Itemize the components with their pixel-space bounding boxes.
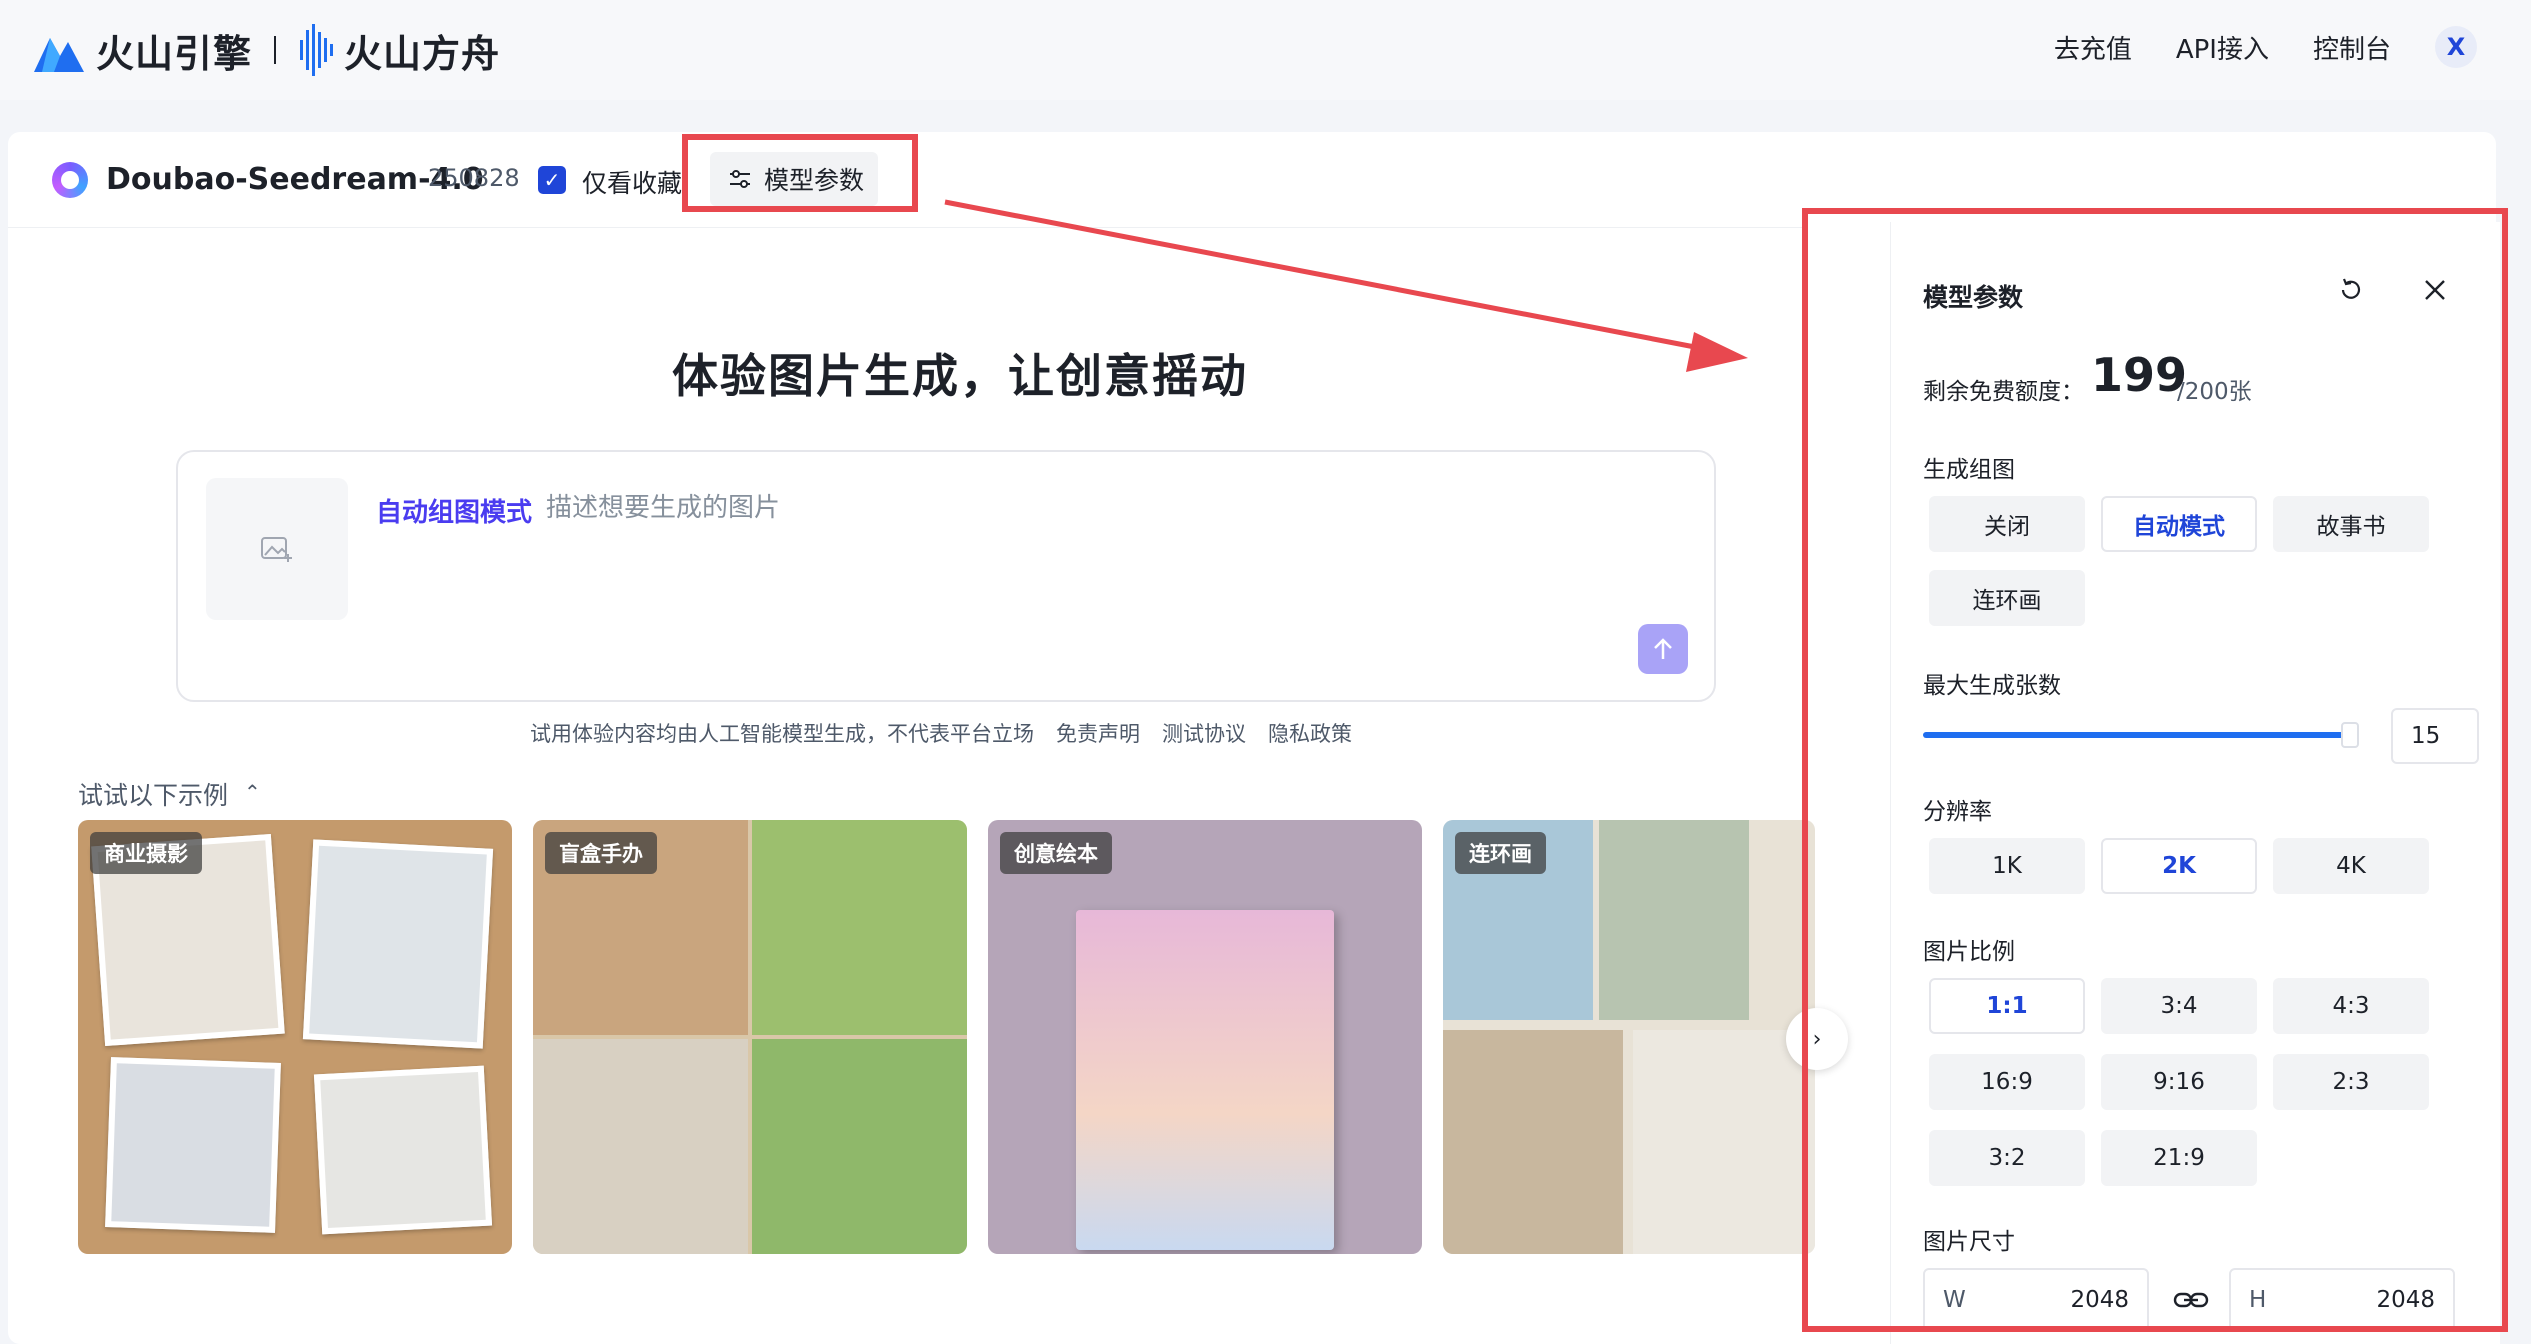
privacy-policy-link[interactable]: 隐私政策 bbox=[1268, 718, 1352, 748]
example-image bbox=[752, 1039, 967, 1254]
favorites-only-label[interactable]: 仅看收藏 bbox=[582, 164, 682, 200]
example-tile-picture-book[interactable]: 创意绘本 bbox=[988, 820, 1422, 1254]
user-avatar[interactable]: X bbox=[2435, 26, 2477, 68]
top-navigation-bar: 火山引擎 火山方舟 去充值 API接入 控制台 X bbox=[0, 0, 2531, 100]
example-image bbox=[313, 1065, 493, 1235]
highlight-box-params-panel bbox=[1802, 208, 2508, 1332]
model-version: 250828 bbox=[428, 164, 520, 192]
example-tile-blind-box[interactable]: 盲盒手办 bbox=[533, 820, 967, 1254]
brand-primary: 火山引擎 bbox=[96, 31, 253, 76]
example-tile-commercial-photo[interactable]: 商业摄影 bbox=[78, 820, 512, 1254]
ark-logo-icon bbox=[300, 24, 334, 76]
examples-label[interactable]: 试试以下示例 bbox=[78, 776, 228, 812]
example-image bbox=[533, 1039, 748, 1254]
doubao-model-icon bbox=[52, 162, 88, 198]
test-agreement-link[interactable]: 测试协议 bbox=[1162, 718, 1246, 748]
example-book-cover bbox=[1076, 910, 1334, 1250]
nav-recharge-link[interactable]: 去充值 bbox=[2054, 29, 2132, 66]
logo-area[interactable]: 火山引擎 火山方舟 bbox=[34, 18, 500, 82]
image-upload-button[interactable] bbox=[206, 478, 348, 620]
example-tag: 盲盒手办 bbox=[545, 832, 657, 874]
brand-divider bbox=[274, 36, 277, 64]
example-image bbox=[1599, 820, 1749, 1020]
brand-secondary: 火山方舟 bbox=[344, 31, 501, 76]
favorites-only-checkbox[interactable]: ✓ bbox=[538, 166, 566, 194]
example-image bbox=[302, 839, 494, 1049]
example-tag: 连环画 bbox=[1455, 832, 1546, 874]
nav-api-link[interactable]: API接入 bbox=[2176, 29, 2269, 66]
prompt-box: 自动组图模式 bbox=[176, 450, 1716, 702]
example-image bbox=[105, 1057, 281, 1233]
example-image bbox=[1443, 1030, 1623, 1254]
disclaimer-link[interactable]: 免责声明 bbox=[1056, 718, 1140, 748]
auto-group-mode-tag[interactable]: 自动组图模式 bbox=[376, 492, 532, 529]
example-image bbox=[1633, 1030, 1815, 1254]
example-tile-comic-strip[interactable]: 连环画 bbox=[1443, 820, 1815, 1254]
nav-links: 去充值 API接入 控制台 X bbox=[2010, 26, 2477, 68]
example-image bbox=[752, 820, 967, 1035]
example-tag: 商业摄影 bbox=[90, 832, 202, 874]
page-title: 体验图片生成，让创意摇动 bbox=[672, 349, 1248, 403]
disclaimer-text: 试用体验内容均由人工智能模型生成，不代表平台立场 bbox=[530, 722, 1034, 746]
prompt-input[interactable] bbox=[546, 488, 1446, 528]
highlight-box-params-button bbox=[682, 134, 918, 212]
arrow-up-icon bbox=[1654, 638, 1672, 659]
chevron-up-icon[interactable]: ⌃ bbox=[244, 780, 261, 804]
disclaimer-row: 试用体验内容均由人工智能模型生成，不代表平台立场 免责声明 测试协议 隐私政策 bbox=[530, 718, 1374, 748]
add-image-icon bbox=[261, 537, 292, 562]
nav-console-link[interactable]: 控制台 bbox=[2313, 29, 2391, 66]
volcano-logo-icon bbox=[34, 38, 84, 72]
example-tag: 创意绘本 bbox=[1000, 832, 1112, 874]
send-button[interactable] bbox=[1638, 624, 1688, 674]
